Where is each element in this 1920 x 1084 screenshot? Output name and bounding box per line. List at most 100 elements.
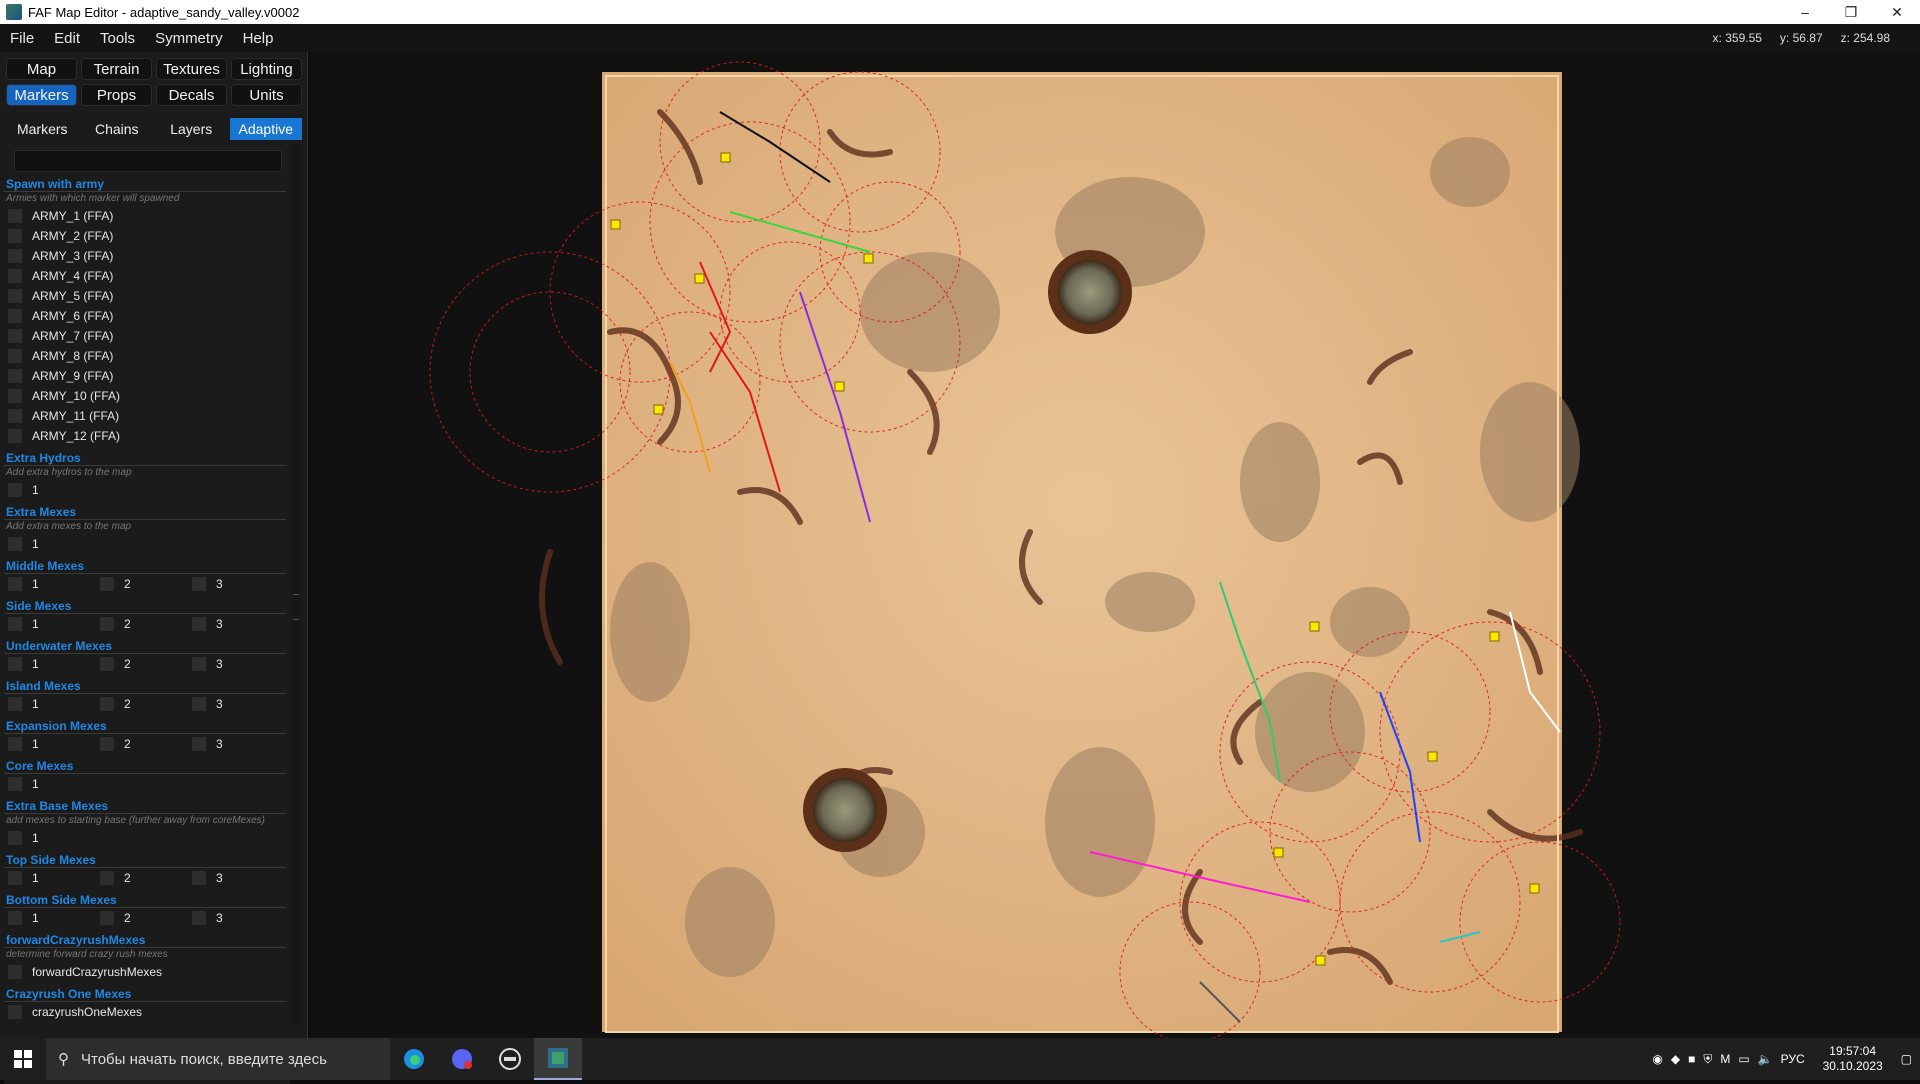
option-item[interactable]: 2 (100, 868, 192, 888)
checkbox[interactable] (8, 369, 22, 383)
checkbox[interactable] (8, 249, 22, 263)
checkbox[interactable] (8, 269, 22, 283)
option-item[interactable]: 1 (8, 694, 100, 714)
checkbox[interactable] (8, 617, 22, 631)
network-icon[interactable]: ▭ (1738, 1052, 1749, 1066)
option-item[interactable]: 1 (4, 534, 290, 554)
menu-symmetry[interactable]: Symmetry (145, 30, 233, 47)
tab-lighting[interactable]: Lighting (231, 58, 302, 80)
army-option[interactable]: ARMY_1 (FFA) (4, 206, 290, 226)
taskbar-search[interactable]: ⚲ Чтобы начать поиск, введите здесь (46, 1038, 390, 1080)
checkbox[interactable] (8, 657, 22, 671)
maximize-button[interactable]: ❐ (1828, 0, 1874, 24)
checkbox[interactable] (8, 737, 22, 751)
option-item[interactable]: forwardCrazyrushMexes (4, 962, 290, 982)
option-item[interactable]: 1 (8, 868, 100, 888)
panel-scrollbar[interactable] (292, 144, 300, 1024)
checkbox[interactable] (100, 617, 114, 631)
option-item[interactable]: 2 (100, 574, 192, 594)
m-tray-icon[interactable]: M (1720, 1052, 1730, 1066)
option-item[interactable]: 1 (8, 908, 100, 928)
checkbox[interactable] (100, 911, 114, 925)
checkbox[interactable] (8, 289, 22, 303)
option-item[interactable]: 3 (192, 574, 284, 594)
checkbox[interactable] (8, 697, 22, 711)
checkbox[interactable] (192, 657, 206, 671)
checkbox[interactable] (100, 657, 114, 671)
checkbox[interactable] (192, 911, 206, 925)
menu-edit[interactable]: Edit (44, 30, 90, 47)
army-option[interactable]: ARMY_4 (FFA) (4, 266, 290, 286)
option-item[interactable]: 1 (4, 828, 290, 848)
checkbox[interactable] (192, 697, 206, 711)
checkbox[interactable] (8, 389, 22, 403)
filter-input[interactable] (14, 150, 282, 172)
map-editor-app[interactable] (534, 1038, 582, 1080)
close-button[interactable]: ✕ (1874, 0, 1920, 24)
subtab-layers[interactable]: Layers (155, 118, 228, 140)
army-option[interactable]: ARMY_6 (FFA) (4, 306, 290, 326)
discord-app[interactable] (438, 1038, 486, 1080)
option-item[interactable]: 1 (4, 480, 290, 500)
option-item[interactable]: 1 (4, 774, 290, 794)
option-item[interactable]: 2 (100, 908, 192, 928)
tab-textures[interactable]: Textures (156, 58, 227, 80)
army-option[interactable]: ARMY_10 (FFA) (4, 386, 290, 406)
notifications-icon[interactable]: ▢ (1901, 1052, 1912, 1066)
checkbox[interactable] (8, 777, 22, 791)
option-item[interactable]: 2 (100, 614, 192, 634)
checkbox[interactable] (100, 737, 114, 751)
checkbox[interactable] (8, 349, 22, 363)
language-indicator[interactable]: РУС (1781, 1052, 1805, 1066)
option-item[interactable]: 1 (8, 734, 100, 754)
checkbox[interactable] (8, 329, 22, 343)
army-option[interactable]: ARMY_2 (FFA) (4, 226, 290, 246)
checkbox[interactable] (8, 537, 22, 551)
checkbox[interactable] (192, 737, 206, 751)
app-tray-icon[interactable]: ■ (1688, 1052, 1695, 1066)
tab-decals[interactable]: Decals (156, 84, 227, 106)
checkbox[interactable] (100, 871, 114, 885)
subtab-adaptive[interactable]: Adaptive (229, 118, 302, 140)
faf-client-app[interactable] (486, 1038, 534, 1080)
menu-help[interactable]: Help (233, 30, 284, 47)
option-item[interactable]: 1 (8, 614, 100, 634)
subtab-chains[interactable]: Chains (80, 118, 153, 140)
option-item[interactable]: 3 (192, 734, 284, 754)
checkbox[interactable] (192, 577, 206, 591)
windows-start-button[interactable] (0, 1038, 46, 1080)
checkbox[interactable] (192, 617, 206, 631)
map-viewport[interactable] (310, 52, 1920, 1043)
option-item[interactable]: 3 (192, 908, 284, 928)
checkbox[interactable] (8, 965, 22, 979)
checkbox[interactable] (8, 831, 22, 845)
checkbox[interactable] (8, 483, 22, 497)
checkbox[interactable] (8, 209, 22, 223)
army-option[interactable]: ARMY_7 (FFA) (4, 326, 290, 346)
checkbox[interactable] (192, 871, 206, 885)
option-item[interactable]: 3 (192, 654, 284, 674)
checkbox[interactable] (8, 429, 22, 443)
checkbox[interactable] (8, 409, 22, 423)
menu-file[interactable]: File (0, 30, 44, 47)
checkbox[interactable] (8, 577, 22, 591)
army-option[interactable]: ARMY_12 (FFA) (4, 426, 290, 446)
option-item[interactable]: 1 (8, 574, 100, 594)
checkbox[interactable] (100, 577, 114, 591)
tab-terrain[interactable]: Terrain (81, 58, 152, 80)
option-item[interactable]: crazyrushOneMexes (4, 1002, 290, 1022)
volume-icon[interactable]: 🔈 (1758, 1052, 1773, 1066)
tab-props[interactable]: Props (81, 84, 152, 106)
option-item[interactable]: 1 (8, 654, 100, 674)
checkbox[interactable] (8, 229, 22, 243)
map-canvas[interactable] (310, 52, 1920, 1043)
discord-tray-icon[interactable]: ◉ (1652, 1052, 1662, 1066)
subtab-markers[interactable]: Markers (6, 118, 79, 140)
checkbox[interactable] (100, 697, 114, 711)
minimize-button[interactable]: – (1782, 0, 1828, 24)
army-option[interactable]: ARMY_8 (FFA) (4, 346, 290, 366)
menu-tools[interactable]: Tools (90, 30, 145, 47)
option-item[interactable]: 3 (192, 694, 284, 714)
nvidia-tray-icon[interactable]: ◆ (1671, 1052, 1680, 1066)
option-item[interactable]: 2 (100, 734, 192, 754)
